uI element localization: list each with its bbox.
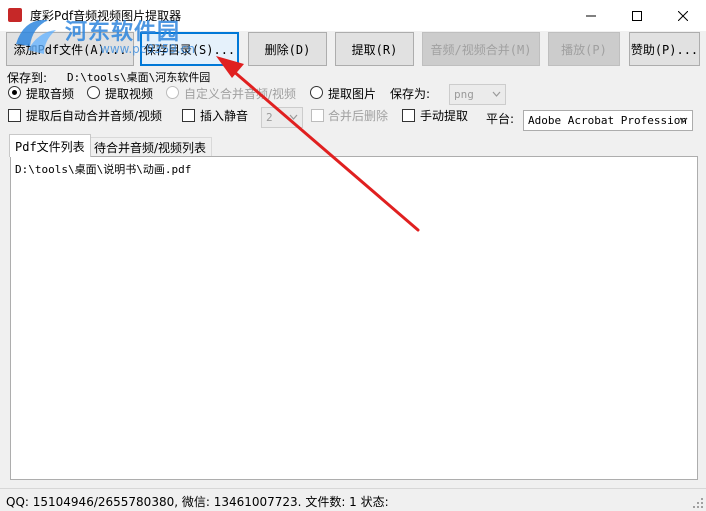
chevron-down-icon [492,91,501,97]
save-to-label: 保存到: [7,71,48,85]
platform-select[interactable]: Adobe Acrobat Profession [523,110,693,131]
tab-pdf-file-list[interactable]: Pdf文件列表 [9,134,91,157]
minimize-icon [586,15,596,16]
tab-merge-list[interactable]: 待合并音频/视频列表 [88,137,213,157]
status-bar: QQ: 15104946/2655780380, 微信: 13461007723… [0,488,706,511]
delete-after-merge-label[interactable]: 合并后删除 [328,107,388,124]
auto-merge-checkbox[interactable] [8,109,21,122]
silence-select[interactable]: 2 [261,107,303,128]
merge-button[interactable]: 音频/视频合并(M) [422,32,540,66]
platform-label: 平台: [486,112,515,126]
extract-video-label[interactable]: 提取视频 [105,85,153,102]
manual-extract-checkbox[interactable] [402,109,415,122]
chevron-down-icon [289,114,298,120]
manual-extract-label[interactable]: 手动提取 [420,107,468,124]
tab-label: Pdf文件列表 [15,139,85,154]
minimize-button[interactable] [568,0,614,31]
extract-audio-label[interactable]: 提取音频 [26,85,74,102]
close-icon [678,10,688,21]
save-as-value: png [454,88,474,101]
silence-value: 2 [266,111,273,124]
list-item[interactable]: D:\tools\桌面\说明书\动画.pdf [15,161,191,177]
insert-silence-label[interactable]: 插入静音 [200,107,248,124]
window-title: 度彩Pdf音频视频图片提取器 [30,9,182,23]
extract-video-radio[interactable] [87,86,100,99]
app-icon [8,8,22,22]
donate-button[interactable]: 赞助(P)... [629,32,700,66]
save-as-select[interactable]: png [449,84,506,105]
play-button[interactable]: 播放(P) [548,32,620,66]
add-pdf-button[interactable]: 添加Pdf文件(A)... [6,32,134,66]
custom-merge-label[interactable]: 自定义合并音频/视频 [184,85,296,102]
resize-grip-icon[interactable] [692,497,704,509]
title-bar: 度彩Pdf音频视频图片提取器 [0,0,706,31]
custom-merge-radio[interactable] [166,86,179,99]
status-text: QQ: 15104946/2655780380, 微信: 13461007723… [6,495,389,509]
delete-after-merge-checkbox[interactable] [311,109,324,122]
maximize-icon [632,10,642,21]
close-button[interactable] [660,0,706,31]
extract-image-label[interactable]: 提取图片 [328,85,376,102]
save-as-label: 保存为: [390,87,431,101]
save-path: D:\tools\桌面\河东软件园 [67,71,211,84]
platform-value: Adobe Acrobat Profession [528,114,687,127]
tab-label: 待合并音频/视频列表 [94,141,207,155]
file-listbox[interactable]: D:\tools\桌面\说明书\动画.pdf [10,156,698,480]
insert-silence-checkbox[interactable] [182,109,195,122]
extract-audio-radio[interactable] [8,86,21,99]
chevron-down-icon [679,117,688,123]
extract-button[interactable]: 提取(R) [335,32,414,66]
auto-merge-label[interactable]: 提取后自动合并音频/视频 [26,107,162,124]
save-dir-button[interactable]: 保存目录(S)... [140,32,239,66]
maximize-button[interactable] [614,0,660,31]
delete-button[interactable]: 删除(D) [248,32,327,66]
extract-image-radio[interactable] [310,86,323,99]
